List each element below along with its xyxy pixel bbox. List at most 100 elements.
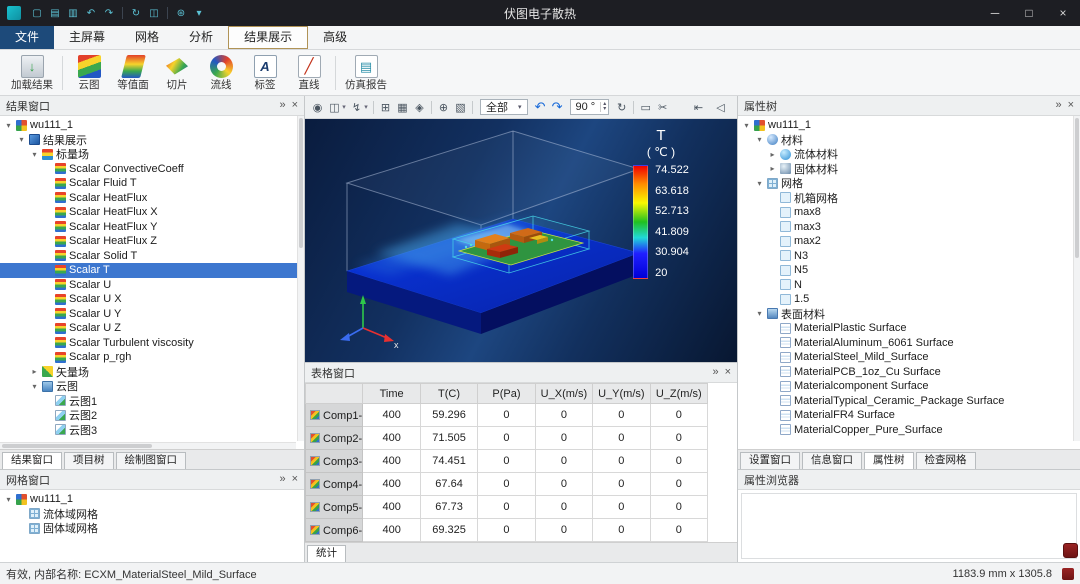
table-row[interactable]: Comp4-监控点 400 67.64 0 0 0 0 [306,473,708,496]
table-header-cell[interactable]: P(Pa) [478,384,535,404]
table-header-cell[interactable]: U_Y(m/s) [593,384,650,404]
close-panel-button[interactable]: × [1068,100,1074,111]
open-file-icon[interactable]: ▤ [47,5,63,21]
ribbon-button[interactable]: 流线 [199,51,243,95]
collapse-panel-button[interactable]: » [279,100,285,111]
angle-spinner[interactable]: ▴▾ [600,102,608,112]
3d-viewport[interactable]: x T ( ℃ ) 74.52263.61852.71341.80930.904… [305,119,737,362]
view-caret[interactable]: ▾ [340,99,348,116]
tree-item[interactable]: ▾ wu111_1 [0,118,304,133]
tree-item[interactable]: max8 [738,205,1080,220]
horizontal-scrollbar[interactable] [0,442,296,449]
table-header-cell[interactable]: Time [363,384,420,404]
quick-icon[interactable] [167,7,168,19]
floating-tool-button[interactable] [1063,543,1078,558]
tree-item[interactable]: 机箱网格 [738,191,1080,206]
quick-icon[interactable] [122,7,123,19]
menu-tab[interactable]: 主屏幕 [54,26,120,49]
tree-item[interactable]: Scalar U Z [0,321,304,336]
tree-item[interactable]: Scalar ConvectiveCoeff [0,162,304,177]
tree-item[interactable]: Scalar HeatFlux Y [0,220,304,235]
ribbon-button[interactable] [335,56,336,90]
tree-item[interactable]: Scalar Solid T [0,249,304,264]
tree-item[interactable]: Scalar HeatFlux X [0,205,304,220]
tree-item[interactable]: ▸ 流体材料 [738,147,1080,162]
table-row[interactable]: Comp6-监控点 400 69.325 0 0 0 0 [306,519,708,542]
tree-item[interactable]: N5 [738,263,1080,278]
close-panel-button[interactable]: × [725,367,731,378]
table-row[interactable]: Comp5-监控点 400 67.73 0 0 0 0 [306,496,708,519]
ribbon-button[interactable]: 切片 [155,51,199,95]
panel-tab[interactable]: 统计 [307,545,346,562]
menu-tab[interactable]: 文件 [0,26,54,49]
close-panel-button[interactable]: × [292,100,298,111]
table-header-cell[interactable]: T(C) [420,384,477,404]
ribbon-button[interactable]: 云图 [67,51,111,95]
tree-item[interactable]: MaterialSteel_Mild_Surface [738,350,1080,365]
expand-arrow-icon[interactable]: ▾ [755,135,764,144]
close-button[interactable]: × [1046,0,1080,26]
status-indicator-button[interactable] [1062,568,1074,580]
tree-item[interactable]: ▾ 云图 [0,379,304,394]
tree-item[interactable]: ▾ 结果展示 [0,133,304,148]
table-header-cell[interactable] [306,384,363,404]
viewport-tool-icon[interactable] [472,101,473,114]
tree-item[interactable]: MaterialPlastic Surface [738,321,1080,336]
tree-item[interactable]: Scalar HeatFlux Z [0,234,304,249]
render-mode-icon[interactable]: ◉ [309,99,326,116]
section-icon[interactable]: ✂ [654,99,671,116]
ribbon-button[interactable]: 等值面 [111,51,155,95]
panel-tab[interactable]: 设置窗口 [740,452,800,469]
ribbon-button[interactable] [62,56,63,90]
maximize-button[interactable]: □ [1012,0,1046,26]
table-row[interactable]: Comp2-监控点 400 71.505 0 0 0 0 [306,427,708,450]
first-frame-icon[interactable]: ⇤ [690,99,707,116]
tree-item[interactable]: ▾ 表面材料 [738,307,1080,322]
expand-arrow-icon[interactable]: ▾ [4,495,13,504]
tree-item[interactable]: Scalar T [0,263,304,278]
panel-tab[interactable]: 绘制图窗口 [116,452,187,469]
expand-arrow-icon[interactable]: ▾ [742,121,751,130]
tree-item[interactable]: N3 [738,249,1080,264]
tree-item[interactable]: Scalar U X [0,292,304,307]
fit-all-icon[interactable]: ⊞ [377,99,394,116]
tree-item[interactable]: max3 [738,220,1080,235]
tree-item[interactable]: ▾ 材料 [738,133,1080,148]
tree-item[interactable]: MaterialAluminum_6061 Surface [738,336,1080,351]
more-icon[interactable]: ▾ [191,5,207,21]
tree-item[interactable]: ▾ wu111_1 [738,118,1080,133]
tree-item[interactable]: 固体域网格 [0,521,304,536]
tree-item[interactable]: MaterialPCB_1oz_Cu Surface [738,365,1080,380]
viewport-tool-icon[interactable] [373,101,374,114]
measure-icon[interactable]: ▭ [637,99,654,116]
tree-item[interactable]: Scalar Fluid T [0,176,304,191]
table-row[interactable]: Comp3-监控点 400 74.451 0 0 0 0 [306,450,708,473]
ribbon-button[interactable]: ▤ 仿真报告 [340,51,392,95]
vertical-scrollbar[interactable] [1073,116,1080,441]
probe-caret[interactable]: ▾ [362,99,370,116]
save-icon[interactable]: ▥ [65,5,81,21]
tree-item[interactable]: 1.5 [738,292,1080,307]
tree-item[interactable]: ▾ 标量场 [0,147,304,162]
collapse-panel-button[interactable]: » [712,367,718,378]
tree-item[interactable]: Scalar p_rgh [0,350,304,365]
panel-tab[interactable]: 信息窗口 [802,452,862,469]
tree-item[interactable]: max2 [738,234,1080,249]
tree-item[interactable]: 云图2 [0,408,304,423]
ribbon-button[interactable]: A 标签 [243,51,287,95]
zoom-area-icon[interactable]: ⊕ [435,99,452,116]
expand-arrow-icon[interactable]: ▸ [768,150,777,159]
tree-item[interactable]: Materialcomponent Surface [738,379,1080,394]
menu-tab[interactable]: 网格 [120,26,174,49]
menu-tab[interactable]: 高级 [308,26,362,49]
panel-tab[interactable]: 结果窗口 [2,452,62,469]
undo-view-icon[interactable]: ↶ [532,99,549,116]
ribbon-button[interactable]: ╱ 直线 [287,51,331,95]
tree-item[interactable]: MaterialTypical_Ceramic_Package Surface [738,394,1080,409]
tree-item[interactable]: Scalar Turbulent viscosity [0,336,304,351]
viewport-tool-icon[interactable] [431,101,432,114]
undo-icon[interactable]: ↶ [83,5,99,21]
settings-icon[interactable]: ⊛ [173,5,189,21]
tree-item[interactable]: MaterialFR4 Surface [738,408,1080,423]
vertical-scrollbar[interactable] [297,116,304,441]
